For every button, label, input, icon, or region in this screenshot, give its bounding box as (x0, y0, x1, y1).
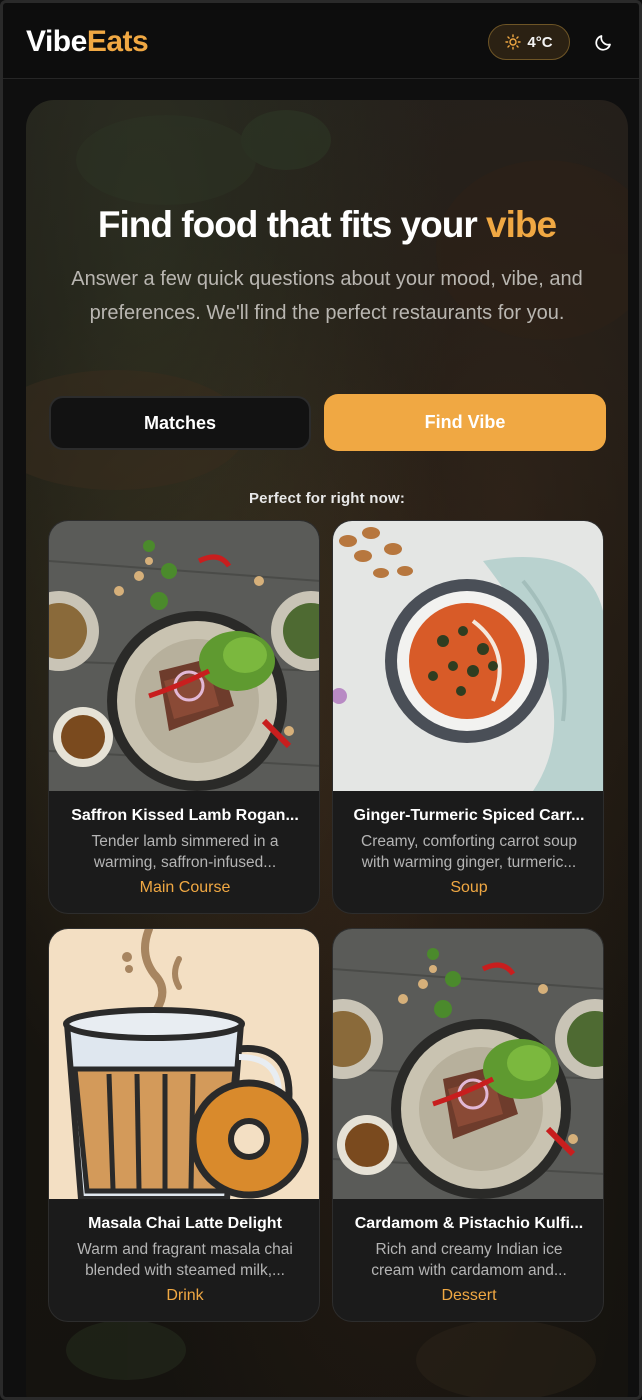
logo-vibe-text: Vibe (26, 25, 87, 58)
card-title: Cardamom & Pistachio Kulfi... (354, 1215, 584, 1232)
card-title: Masala Chai Latte Delight (88, 1215, 282, 1232)
soup-dish-image (333, 521, 603, 791)
card-description: Warm and fragrant masala chai blended wi… (77, 1241, 293, 1279)
card-category: Drink (166, 1287, 204, 1304)
food-card[interactable]: Masala Chai Latte Delight Warm and fragr… (48, 928, 320, 1322)
kulfi-dessert-image (333, 929, 603, 1199)
card-description: Creamy, comforting carrot soup with warm… (361, 833, 577, 871)
food-card[interactable]: Ginger-Turmeric Spiced Carr... Creamy, c… (332, 520, 604, 914)
weather-temperature: 4°C (527, 33, 553, 51)
moon-icon (595, 35, 611, 51)
card-description: Tender lamb simmered in a warming, saffr… (91, 833, 279, 871)
card-title: Ginger-Turmeric Spiced Carr... (353, 807, 585, 824)
lamb-dish-image (49, 521, 319, 791)
food-card[interactable]: Cardamom & Pistachio Kulfi... Rich and c… (332, 928, 604, 1322)
theme-toggle-button[interactable] (591, 29, 617, 55)
food-card[interactable]: Saffron Kissed Lamb Rogan... Tender lamb… (48, 520, 320, 914)
card-description: Rich and creamy Indian ice cream with ca… (371, 1241, 567, 1279)
hero-title: Find food that fits your vibe (26, 204, 628, 246)
sun-icon (505, 34, 522, 50)
chai-drink-image (49, 929, 319, 1199)
card-category: Main Course (139, 879, 231, 896)
weather-badge[interactable]: 4°C (488, 24, 570, 60)
app-logo[interactable]: VibeEats (26, 25, 149, 59)
hero-title-main: Find food that fits your (97, 204, 487, 245)
hero-section: Find food that fits your vibe Answer a f… (26, 100, 628, 1400)
hero-subtitle: Answer a few quick questions about your … (71, 268, 583, 324)
card-title: Saffron Kissed Lamb Rogan... (71, 807, 299, 824)
hero-title-accent: vibe (486, 204, 557, 245)
find-vibe-button[interactable]: Find Vibe (324, 394, 606, 451)
logo-eats-text: Eats (86, 25, 149, 58)
section-label: Perfect for right now: (248, 490, 406, 507)
matches-button[interactable]: Matches (49, 396, 311, 450)
app-header: VibeEats 4°C (3, 3, 639, 79)
card-category: Dessert (441, 1287, 497, 1304)
card-category: Soup (450, 879, 488, 896)
